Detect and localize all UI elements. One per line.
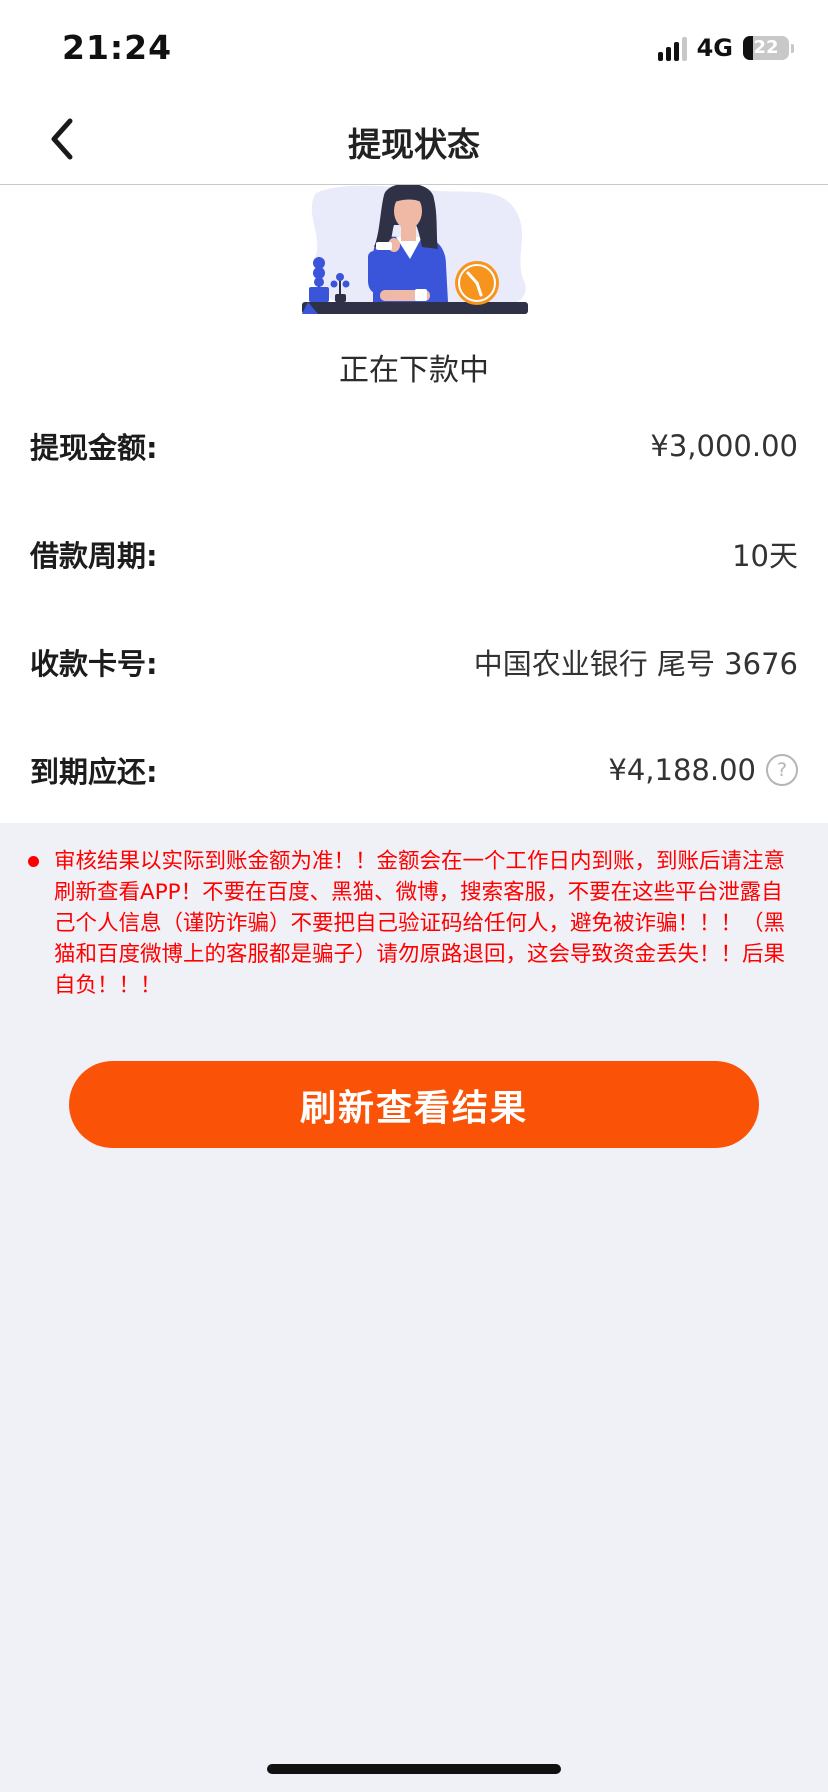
detail-label: 提现金额: [30,431,158,465]
signal-bars-icon [657,35,687,61]
home-indicator [267,1764,561,1774]
detail-value: 中国农业银行 尾号 3676 [474,641,798,683]
help-icon[interactable]: ? [766,754,798,786]
detail-label: 借款周期: [30,539,158,573]
nav-bar: 提现状态 [0,96,828,185]
detail-row-repayment: 到期应还: ¥4,188.00 ? [30,740,798,800]
detail-row-period: 借款周期: 10天 [30,524,798,584]
card-value: 中国农业银行 尾号 3676 [473,647,798,681]
network-type: 4G [696,34,733,62]
status-bar: 21:24 4G 22 [0,0,828,96]
withdraw-status-card: 正在下款中 提现金额: ¥3,000.00 借款周期: 10天 收款卡号: 中国… [0,185,828,823]
woman-waiting-illustration [302,185,528,314]
page-title: 提现状态 [348,125,480,164]
detail-value: 10天 [732,533,798,575]
detail-row-amount: 提现金额: ¥3,000.00 [30,416,798,476]
status-text: 正在下款中 [339,353,489,388]
notice-text: 审核结果以实际到账金额为准！！金额会在一个工作日内到账，到账后请注意刷新查看AP… [54,849,786,998]
detail-value: ¥3,000.00 [650,429,798,463]
status-time: 21:24 [62,28,173,67]
battery-cap [791,43,794,53]
repayment-value: ¥4,188.00 [608,753,756,787]
detail-label: 收款卡号: [30,647,158,681]
detail-row-card: 收款卡号: 中国农业银行 尾号 3676 [30,632,798,692]
period-value: 10天 [732,539,798,573]
status-indicators: 4G 22 [657,34,794,62]
refresh-result-button[interactable]: 刷新查看结果 [69,1061,759,1148]
battery-icon: 22 [743,36,789,60]
detail-value: ¥4,188.00 ? [608,753,798,787]
notice-block: 审核结果以实际到账金额为准！！金额会在一个工作日内到账，到账后请注意刷新查看AP… [28,846,798,1001]
battery-level: 22 [753,37,779,58]
detail-label: 到期应还: [30,755,158,789]
bullet-dot-icon [28,856,39,867]
amount-value: ¥3,000.00 [650,429,798,463]
